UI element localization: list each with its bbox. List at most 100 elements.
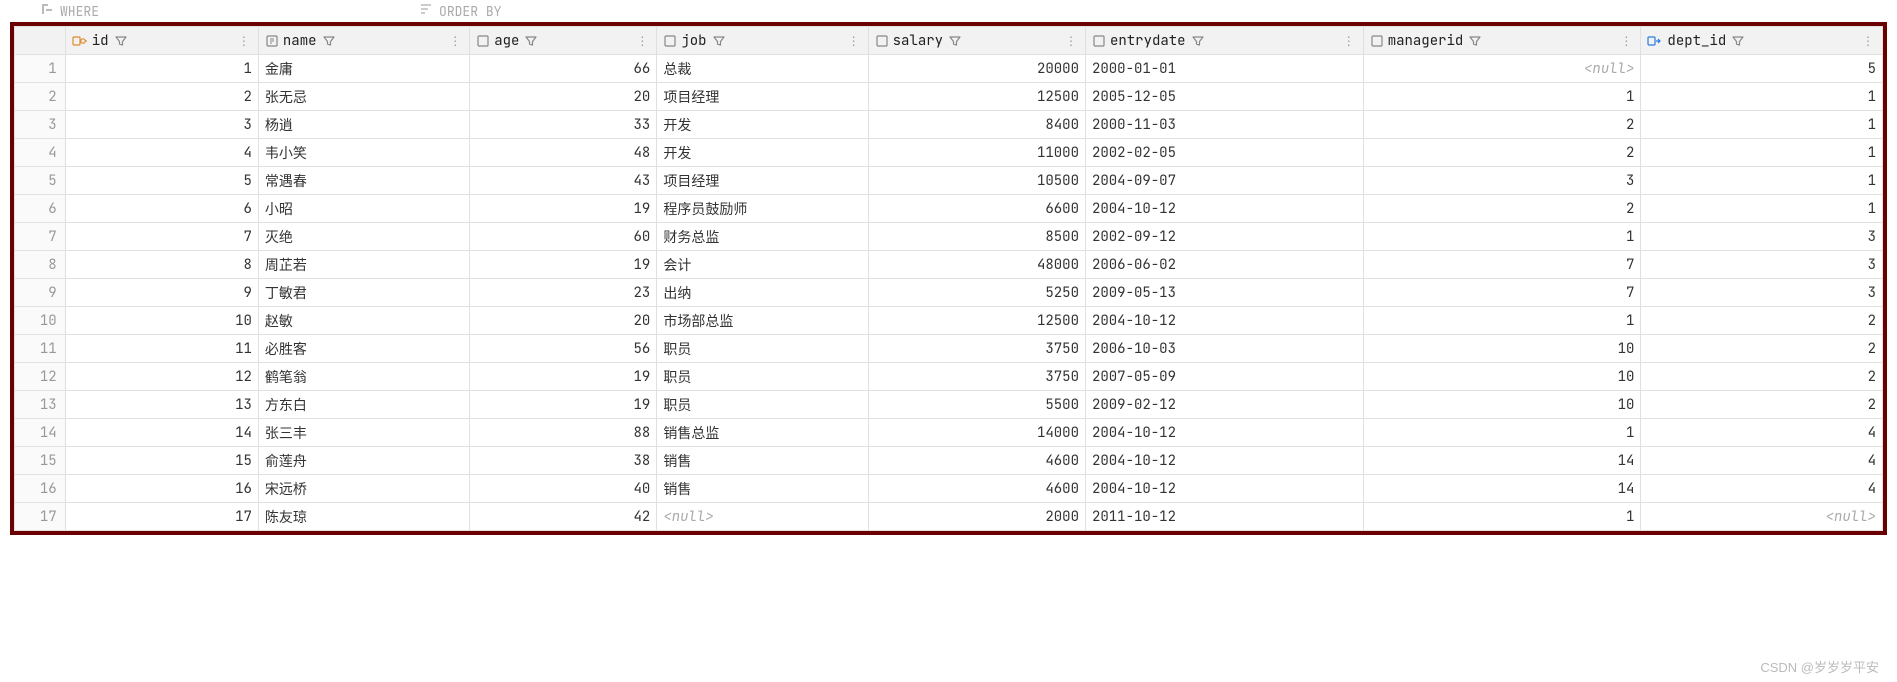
column-header-managerid[interactable]: managerid⋮: [1363, 27, 1641, 55]
cell-id[interactable]: 17: [65, 503, 258, 531]
column-header-age[interactable]: age⋮: [470, 27, 657, 55]
sort-handle-icon[interactable]: ⋮: [447, 33, 463, 49]
cell-dept_id[interactable]: 2: [1641, 363, 1883, 391]
cell-dept_id[interactable]: 2: [1641, 391, 1883, 419]
cell-age[interactable]: 48: [470, 139, 657, 167]
cell-name[interactable]: 赵敏: [258, 307, 469, 335]
cell-dept_id[interactable]: 4: [1641, 447, 1883, 475]
filter-icon[interactable]: [713, 35, 725, 47]
cell-entrydate[interactable]: 2004-10-12: [1085, 419, 1363, 447]
cell-dept_id[interactable]: 1: [1641, 139, 1883, 167]
cell-dept_id[interactable]: 1: [1641, 83, 1883, 111]
cell-salary[interactable]: 20000: [868, 55, 1085, 83]
cell-entrydate[interactable]: 2000-11-03: [1085, 111, 1363, 139]
cell-id[interactable]: 13: [65, 391, 258, 419]
table-row[interactable]: 1616宋远桥40销售46002004-10-12144: [15, 475, 1883, 503]
cell-entrydate[interactable]: 2004-10-12: [1085, 195, 1363, 223]
sort-handle-icon[interactable]: ⋮: [634, 33, 650, 49]
cell-age[interactable]: 20: [470, 307, 657, 335]
cell-name[interactable]: 常遇春: [258, 167, 469, 195]
filter-icon[interactable]: [1732, 35, 1744, 47]
cell-dept_id[interactable]: 5: [1641, 55, 1883, 83]
filter-icon[interactable]: [115, 35, 127, 47]
column-header-salary[interactable]: salary⋮: [868, 27, 1085, 55]
cell-dept_id[interactable]: 3: [1641, 251, 1883, 279]
cell-name[interactable]: 杨逍: [258, 111, 469, 139]
cell-managerid[interactable]: 1: [1363, 83, 1641, 111]
cell-job[interactable]: 职员: [657, 391, 868, 419]
cell-job[interactable]: 开发: [657, 139, 868, 167]
cell-job[interactable]: 销售: [657, 447, 868, 475]
sort-handle-icon[interactable]: ⋮: [1618, 33, 1634, 49]
cell-dept_id[interactable]: 1: [1641, 195, 1883, 223]
cell-salary[interactable]: 48000: [868, 251, 1085, 279]
cell-managerid[interactable]: 14: [1363, 475, 1641, 503]
filter-icon[interactable]: [949, 35, 961, 47]
cell-managerid[interactable]: 2: [1363, 111, 1641, 139]
table-row[interactable]: 1515俞莲舟38销售46002004-10-12144: [15, 447, 1883, 475]
cell-entrydate[interactable]: 2011-10-12: [1085, 503, 1363, 531]
cell-entrydate[interactable]: 2000-01-01: [1085, 55, 1363, 83]
cell-dept_id[interactable]: 3: [1641, 279, 1883, 307]
cell-managerid[interactable]: <null>: [1363, 55, 1641, 83]
table-row[interactable]: 77灭绝60财务总监85002002-09-1213: [15, 223, 1883, 251]
cell-name[interactable]: 陈友琼: [258, 503, 469, 531]
cell-id[interactable]: 1: [65, 55, 258, 83]
cell-managerid[interactable]: 1: [1363, 419, 1641, 447]
cell-id[interactable]: 2: [65, 83, 258, 111]
cell-job[interactable]: 销售: [657, 475, 868, 503]
cell-age[interactable]: 88: [470, 419, 657, 447]
cell-job[interactable]: 总裁: [657, 55, 868, 83]
column-header-job[interactable]: job⋮: [657, 27, 868, 55]
cell-managerid[interactable]: 3: [1363, 167, 1641, 195]
cell-salary[interactable]: 14000: [868, 419, 1085, 447]
cell-entrydate[interactable]: 2004-09-07: [1085, 167, 1363, 195]
data-grid[interactable]: id⋮name⋮age⋮job⋮salary⋮entrydate⋮manager…: [14, 26, 1883, 531]
cell-name[interactable]: 张三丰: [258, 419, 469, 447]
cell-managerid[interactable]: 7: [1363, 279, 1641, 307]
cell-dept_id[interactable]: 3: [1641, 223, 1883, 251]
cell-id[interactable]: 10: [65, 307, 258, 335]
filter-icon[interactable]: [1469, 35, 1481, 47]
cell-dept_id[interactable]: <null>: [1641, 503, 1883, 531]
cell-entrydate[interactable]: 2006-06-02: [1085, 251, 1363, 279]
cell-name[interactable]: 小昭: [258, 195, 469, 223]
cell-job[interactable]: 项目经理: [657, 167, 868, 195]
cell-age[interactable]: 40: [470, 475, 657, 503]
cell-name[interactable]: 方东白: [258, 391, 469, 419]
table-row[interactable]: 1111必胜客56职员37502006-10-03102: [15, 335, 1883, 363]
cell-entrydate[interactable]: 2006-10-03: [1085, 335, 1363, 363]
cell-managerid[interactable]: 1: [1363, 503, 1641, 531]
orderby-clause-input[interactable]: ORDER BY: [419, 2, 501, 20]
cell-salary[interactable]: 12500: [868, 83, 1085, 111]
cell-id[interactable]: 8: [65, 251, 258, 279]
cell-dept_id[interactable]: 4: [1641, 419, 1883, 447]
table-row[interactable]: 1717陈友琼42<null>20002011-10-121<null>: [15, 503, 1883, 531]
cell-salary[interactable]: 11000: [868, 139, 1085, 167]
cell-job[interactable]: 销售总监: [657, 419, 868, 447]
cell-dept_id[interactable]: 2: [1641, 335, 1883, 363]
cell-job[interactable]: 职员: [657, 363, 868, 391]
column-header-name[interactable]: name⋮: [258, 27, 469, 55]
cell-managerid[interactable]: 1: [1363, 223, 1641, 251]
cell-managerid[interactable]: 14: [1363, 447, 1641, 475]
sort-handle-icon[interactable]: ⋮: [1341, 33, 1357, 49]
cell-managerid[interactable]: 10: [1363, 391, 1641, 419]
cell-job[interactable]: 财务总监: [657, 223, 868, 251]
cell-salary[interactable]: 12500: [868, 307, 1085, 335]
cell-age[interactable]: 56: [470, 335, 657, 363]
cell-entrydate[interactable]: 2005-12-05: [1085, 83, 1363, 111]
cell-name[interactable]: 金庸: [258, 55, 469, 83]
cell-age[interactable]: 33: [470, 111, 657, 139]
cell-entrydate[interactable]: 2004-10-12: [1085, 447, 1363, 475]
cell-salary[interactable]: 2000: [868, 503, 1085, 531]
cell-name[interactable]: 宋远桥: [258, 475, 469, 503]
cell-salary[interactable]: 5250: [868, 279, 1085, 307]
cell-dept_id[interactable]: 1: [1641, 111, 1883, 139]
cell-id[interactable]: 7: [65, 223, 258, 251]
cell-age[interactable]: 20: [470, 83, 657, 111]
cell-id[interactable]: 16: [65, 475, 258, 503]
cell-age[interactable]: 19: [470, 195, 657, 223]
table-row[interactable]: 1414张三丰88销售总监140002004-10-1214: [15, 419, 1883, 447]
table-row[interactable]: 1212鹤笔翁19职员37502007-05-09102: [15, 363, 1883, 391]
